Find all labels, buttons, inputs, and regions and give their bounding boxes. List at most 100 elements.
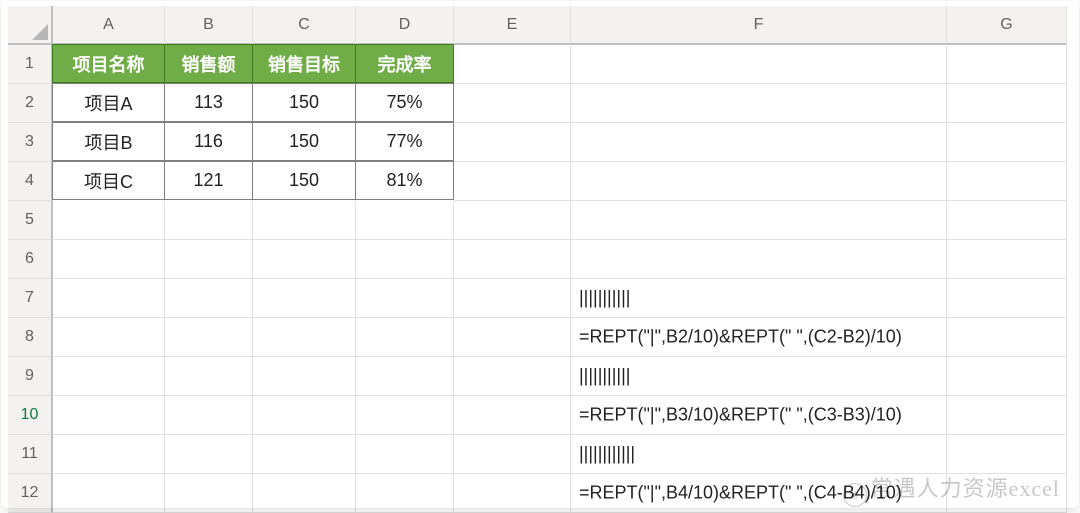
cell-C8[interactable] bbox=[253, 318, 356, 357]
spreadsheet-grid[interactable]: A B C D E F G 1 项目名称 销售额 销售目标 完成率 2 项目A … bbox=[8, 6, 1072, 513]
cell-F2[interactable] bbox=[571, 84, 947, 123]
cell-C2[interactable]: 150 bbox=[252, 83, 356, 122]
cell-C3[interactable]: 150 bbox=[252, 122, 356, 161]
cell-G11[interactable] bbox=[947, 435, 1067, 474]
cell-D7[interactable] bbox=[356, 279, 454, 318]
cell-C6[interactable] bbox=[253, 240, 356, 279]
cell-C12[interactable] bbox=[253, 474, 356, 513]
col-header-E[interactable]: E bbox=[454, 6, 571, 45]
cell-E10[interactable] bbox=[454, 396, 571, 435]
cell-F4[interactable] bbox=[571, 162, 947, 201]
cell-E5[interactable] bbox=[454, 201, 571, 240]
cell-C7[interactable] bbox=[253, 279, 356, 318]
cell-E1[interactable] bbox=[454, 45, 571, 84]
cell-B1[interactable]: 销售额 bbox=[164, 44, 253, 83]
cell-E12[interactable] bbox=[454, 474, 571, 513]
cell-F5[interactable] bbox=[571, 201, 947, 240]
col-header-A[interactable]: A bbox=[53, 6, 165, 45]
cell-G9[interactable] bbox=[947, 357, 1067, 396]
cell-E4[interactable] bbox=[454, 162, 571, 201]
cell-G5[interactable] bbox=[947, 201, 1067, 240]
cell-A11[interactable] bbox=[53, 435, 165, 474]
row-header-7[interactable]: 7 bbox=[8, 279, 53, 318]
col-header-B[interactable]: B bbox=[165, 6, 253, 45]
cell-A10[interactable] bbox=[53, 396, 165, 435]
cell-A5[interactable] bbox=[53, 201, 165, 240]
row-header-4[interactable]: 4 bbox=[8, 162, 53, 201]
cell-A7[interactable] bbox=[53, 279, 165, 318]
cell-A12[interactable] bbox=[53, 474, 165, 513]
col-header-D[interactable]: D bbox=[356, 6, 454, 45]
cell-E9[interactable] bbox=[454, 357, 571, 396]
cell-B11[interactable] bbox=[165, 435, 253, 474]
row-header-3[interactable]: 3 bbox=[8, 123, 53, 162]
cell-C1[interactable]: 销售目标 bbox=[252, 44, 356, 83]
cell-E11[interactable] bbox=[454, 435, 571, 474]
col-header-F[interactable]: F bbox=[571, 6, 947, 45]
cell-F8[interactable]: =REPT("|",B2/10)&REPT(" ",(C2-B2)/10) bbox=[571, 318, 947, 357]
cell-F12[interactable]: =REPT("|",B4/10)&REPT(" ",(C4-B4)/10) bbox=[571, 474, 947, 513]
cell-G4[interactable] bbox=[947, 162, 1067, 201]
row-header-9[interactable]: 9 bbox=[8, 357, 53, 396]
cell-G10[interactable] bbox=[947, 396, 1067, 435]
cell-G2[interactable] bbox=[947, 84, 1067, 123]
row-header-2[interactable]: 2 bbox=[8, 84, 53, 123]
cell-D4[interactable]: 81% bbox=[355, 161, 454, 200]
cell-D6[interactable] bbox=[356, 240, 454, 279]
cell-A4[interactable]: 项目C bbox=[52, 161, 165, 200]
cell-G1[interactable] bbox=[947, 45, 1067, 84]
cell-B7[interactable] bbox=[165, 279, 253, 318]
cell-D1[interactable]: 完成率 bbox=[355, 44, 454, 83]
cell-F10[interactable]: =REPT("|",B3/10)&REPT(" ",(C3-B3)/10) bbox=[571, 396, 947, 435]
cell-D3[interactable]: 77% bbox=[355, 122, 454, 161]
cell-E8[interactable] bbox=[454, 318, 571, 357]
cell-F6[interactable] bbox=[571, 240, 947, 279]
cell-D12[interactable] bbox=[356, 474, 454, 513]
cell-F9[interactable]: ||||||||||| bbox=[571, 357, 947, 396]
cell-A8[interactable] bbox=[53, 318, 165, 357]
cell-A3[interactable]: 项目B bbox=[52, 122, 165, 161]
cell-B12[interactable] bbox=[165, 474, 253, 513]
cell-F3[interactable] bbox=[571, 123, 947, 162]
cell-A6[interactable] bbox=[53, 240, 165, 279]
row-header-1[interactable]: 1 bbox=[8, 45, 53, 84]
cell-B9[interactable] bbox=[165, 357, 253, 396]
row-header-5[interactable]: 5 bbox=[8, 201, 53, 240]
row-header-6[interactable]: 6 bbox=[8, 240, 53, 279]
cell-F1[interactable] bbox=[571, 45, 947, 84]
cell-C4[interactable]: 150 bbox=[252, 161, 356, 200]
cell-G12[interactable] bbox=[947, 474, 1067, 513]
cell-C10[interactable] bbox=[253, 396, 356, 435]
cell-D2[interactable]: 75% bbox=[355, 83, 454, 122]
col-header-G[interactable]: G bbox=[947, 6, 1067, 45]
cell-C5[interactable] bbox=[253, 201, 356, 240]
cell-E2[interactable] bbox=[454, 84, 571, 123]
cell-E3[interactable] bbox=[454, 123, 571, 162]
cell-D9[interactable] bbox=[356, 357, 454, 396]
cell-D5[interactable] bbox=[356, 201, 454, 240]
cell-D8[interactable] bbox=[356, 318, 454, 357]
cell-B4[interactable]: 121 bbox=[164, 161, 253, 200]
cell-B2[interactable]: 113 bbox=[164, 83, 253, 122]
cell-F11[interactable]: |||||||||||| bbox=[571, 435, 947, 474]
select-all-corner[interactable] bbox=[8, 6, 53, 45]
cell-F7[interactable]: ||||||||||| bbox=[571, 279, 947, 318]
cell-B10[interactable] bbox=[165, 396, 253, 435]
cell-B3[interactable]: 116 bbox=[164, 122, 253, 161]
cell-G3[interactable] bbox=[947, 123, 1067, 162]
cell-D11[interactable] bbox=[356, 435, 454, 474]
cell-A1[interactable]: 项目名称 bbox=[52, 44, 165, 83]
cell-G6[interactable] bbox=[947, 240, 1067, 279]
row-header-11[interactable]: 11 bbox=[8, 435, 53, 474]
cell-G7[interactable] bbox=[947, 279, 1067, 318]
cell-E7[interactable] bbox=[454, 279, 571, 318]
cell-G8[interactable] bbox=[947, 318, 1067, 357]
cell-C9[interactable] bbox=[253, 357, 356, 396]
row-header-12[interactable]: 12 bbox=[8, 474, 53, 513]
col-header-C[interactable]: C bbox=[253, 6, 356, 45]
row-header-10[interactable]: 10 bbox=[8, 396, 53, 435]
cell-E6[interactable] bbox=[454, 240, 571, 279]
cell-A9[interactable] bbox=[53, 357, 165, 396]
cell-D10[interactable] bbox=[356, 396, 454, 435]
cell-B8[interactable] bbox=[165, 318, 253, 357]
